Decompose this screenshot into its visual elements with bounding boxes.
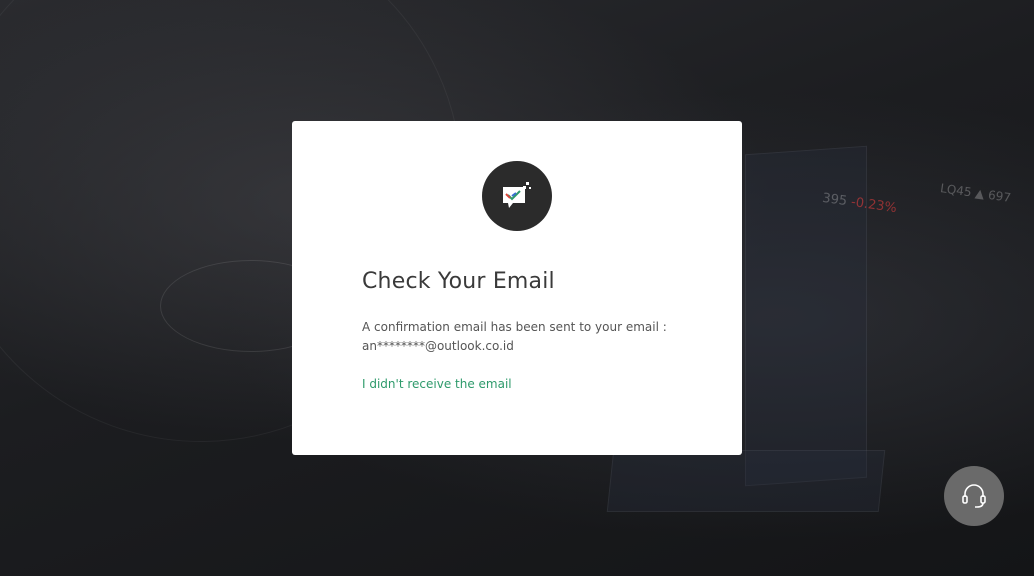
email-check-icon [482, 161, 552, 231]
background-screen-panel-bottom [606, 450, 886, 512]
confirmation-text: A confirmation email has been sent to yo… [362, 320, 667, 334]
customer-support-button[interactable] [944, 466, 1004, 526]
headset-icon [962, 484, 986, 508]
confirmation-message: A confirmation email has been sent to yo… [362, 318, 682, 356]
background-ticker-2: LQ45 ▲ 697 [939, 181, 1012, 205]
dialog-title: Check Your Email [362, 269, 555, 294]
didnt-receive-email-link[interactable]: I didn't receive the email [362, 377, 512, 391]
masked-email: an********@outlook.co.id [362, 339, 514, 353]
check-email-dialog: Check Your Email A confirmation email ha… [292, 121, 742, 455]
